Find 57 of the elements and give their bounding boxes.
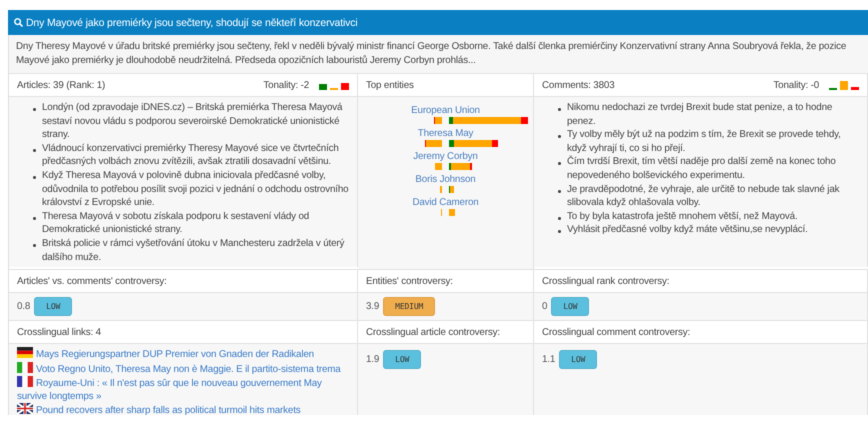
comment-text: To by byla katastrofa ještě mnohem větší, než Mayová. [567, 210, 798, 224]
tonality-label: Tonality: -0 [773, 80, 819, 90]
score-value: 3.9 [366, 301, 380, 312]
controversy-level-label: MEDIUM [383, 297, 436, 316]
comment-text: Je pravděpodotné, že vyhraje, ale určitě to nebude tak slavné jak slibovala když ohlašovala volby. [567, 182, 840, 210]
entity-link[interactable]: Theresa May [418, 127, 474, 140]
controversy-level-label: LOW [383, 350, 422, 369]
article-headline: Britská policie v rámci vyšetřování útoku v Manchesteru zadržela v úterý dalšího muže. [42, 236, 346, 264]
metric-label: Articles' vs. comments' controversy: [17, 276, 167, 286]
bullet-icon [558, 216, 561, 220]
story-summary: Dny Theresy Mayové v úřadu britské premiérky jsou sečteny, řekl v neděli bývalý ministr financí George Osborne. Také další členka premiérčiny Konzervativní strany Anna Soubryová řekla, že pozice Mayové jako premiérky je dlouhodobě neudržitelná. Předseda opozičních labouristů Jeremy Corbyn prohlás... [8, 35, 868, 73]
entity-link[interactable]: David Cameron [412, 196, 479, 209]
score-value: 0 [542, 301, 548, 312]
comment-text: Vyhlásit předčasné volby když máte většinu,se nevyplácí. [567, 223, 808, 237]
controversy-level-label: LOW [551, 297, 590, 316]
metric-label: Entities' controversy: [366, 276, 453, 286]
controversy-level-label: LOW [34, 297, 72, 316]
tonality-chart [319, 80, 349, 90]
bullet-icon [558, 135, 561, 138]
bullet-icon [558, 162, 561, 166]
article-headline: Theresa Mayová v sobotu získala podporu k sestavení vlády od Demokratické unionistické strany. [42, 210, 310, 237]
metric-label: Crosslingual comment controversy: [542, 326, 690, 338]
articles-count: Articles: 39 (Rank: 1) [17, 80, 106, 90]
score-value: 0.8 [17, 301, 30, 312]
article-link[interactable]: Royaume-Uni : « Il n'est pas sûr que le nouveau gouvernement May survive longtemps » [17, 376, 349, 403]
comment-text: Nikomu nedochazi ze tvrdej Brexit bude stat penize, a to hodne penez. [567, 101, 834, 128]
article-headline: Vládnoucí konzervativci premiérky Theresy Mayové sice ve čtvrtečních předčasných volbách znovu zvítězili, avšak ztratili dosavadní většinu. [42, 142, 340, 169]
links-count: Crosslingual links: 4 [17, 326, 101, 338]
story-title: Dny Mayové jako premiérky jsou sečteny, shodují se někteří konzervativci [26, 16, 358, 28]
bullet-icon [33, 216, 36, 220]
tonality-label: Tonality: -2 [263, 80, 309, 90]
entity-link[interactable]: Boris Johnson [415, 173, 476, 186]
score-value: 1.9 [366, 354, 380, 365]
bullet-icon [33, 176, 36, 179]
article-headline: Londýn (od zpravodaje iDNES.cz) – Britská premiérka Theresa Mayová sestaví novou vládu s podporou severoirské Demokratické unionistické strany. [42, 101, 344, 142]
bullet-icon [558, 190, 561, 193]
search-icon [14, 18, 23, 27]
comment-text: Čím tvrdší Brexit, tím větší naděje pro další země na konec toho nepovedeného bolševického experimentu. [567, 155, 837, 183]
article-link[interactable]: Voto Regno Unito, Theresa May non è Maggie. E il partito-sistema trema [17, 362, 341, 376]
article-headline: Když Theresa Mayová v polovině dubna iniciovala předčasné volby, odůvodnila to potřebou posílit svoji pozici v jednání o odchodu ostrovního království z Evropské unie. [42, 168, 350, 210]
metric-label: Crosslingual rank controversy: [542, 276, 670, 286]
score-value: 1.1 [542, 354, 556, 365]
article-link[interactable]: Mays Regierungspartner DUP Premier von Gnaden der Radikalen [17, 347, 314, 362]
entity-link[interactable]: European Union [411, 104, 480, 117]
comment-text: Ty volby měly být už na podzim s tím, že Brexit se provede tehdy, když vyhrají ti, co si ho přejí. [567, 128, 842, 156]
bullet-icon [558, 230, 561, 234]
comments-count: Comments: 3803 [542, 80, 615, 90]
bullet-icon [558, 108, 561, 111]
bullet-icon [33, 244, 36, 247]
article-link[interactable]: Pound recovers after sharp falls as political turmoil hits markets [17, 403, 301, 415]
controversy-level-label: LOW [559, 350, 598, 369]
metric-label: Crosslingual article controversy: [366, 326, 500, 338]
entity-link[interactable]: Jeremy Corbyn [413, 150, 478, 163]
tonality-chart [829, 80, 859, 90]
bullet-icon [33, 148, 36, 152]
bullet-icon [33, 108, 36, 111]
column-heading: Top entities [366, 80, 414, 90]
